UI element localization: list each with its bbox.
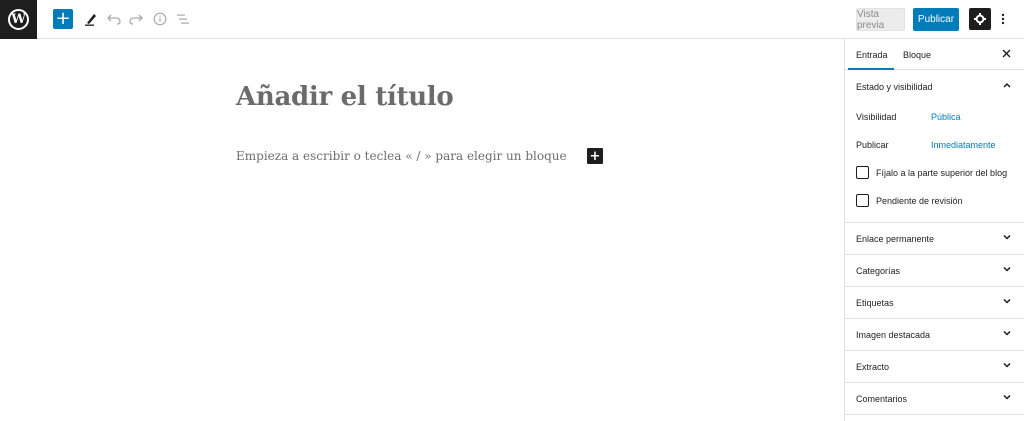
pencil-icon xyxy=(85,14,96,26)
post-title-input[interactable]: Añadir el título xyxy=(236,82,454,112)
chevron-down-icon xyxy=(1002,232,1012,245)
undo-icon xyxy=(107,14,121,25)
panel-tags[interactable]: Etiquetas xyxy=(845,287,1024,319)
tools-button[interactable] xyxy=(81,9,101,29)
block-placeholder[interactable]: Empieza a escribir o teclea « / » para e… xyxy=(236,149,567,163)
top-toolbar: W + Vista previa Publicar xyxy=(0,0,1024,39)
settings-sidebar: Entrada Bloque Estado y visibilidad Visi… xyxy=(844,39,1024,421)
chevron-down-icon xyxy=(1002,392,1012,405)
panel-comments[interactable]: Comentarios xyxy=(845,383,1024,415)
info-icon xyxy=(153,12,167,26)
sidebar-tabs: Entrada Bloque xyxy=(845,39,1024,70)
panel-excerpt[interactable]: Extracto xyxy=(845,351,1024,383)
list-view-button[interactable] xyxy=(173,9,193,29)
visibility-value-link[interactable]: Pública xyxy=(931,112,961,122)
panel-permalink[interactable]: Enlace permanente xyxy=(845,223,1024,255)
panel-title[interactable]: Estado y visibilidad xyxy=(856,82,933,92)
sticky-checkbox[interactable] xyxy=(856,166,869,179)
tab-bloque[interactable]: Bloque xyxy=(903,39,931,70)
panel-title: Extracto xyxy=(856,362,890,372)
sticky-label[interactable]: Fíjalo a la parte superior del blog xyxy=(876,168,1007,178)
inline-add-block-button[interactable]: + xyxy=(587,148,603,164)
redo-icon xyxy=(129,14,143,25)
chevron-up-icon[interactable] xyxy=(1002,80,1012,93)
panel-title: Comentarios xyxy=(856,394,908,404)
info-button[interactable] xyxy=(150,9,170,29)
redo-button[interactable] xyxy=(126,9,146,29)
list-view-icon xyxy=(177,14,189,24)
wordpress-logo-button[interactable]: W xyxy=(0,0,37,39)
close-icon xyxy=(1002,49,1011,58)
publish-button[interactable]: Publicar xyxy=(913,8,959,31)
close-sidebar-button[interactable] xyxy=(1002,47,1011,61)
chevron-down-icon xyxy=(1002,296,1012,309)
chevron-down-icon xyxy=(1002,328,1012,341)
wordpress-icon: W xyxy=(8,9,29,30)
more-options-button[interactable] xyxy=(996,8,1010,30)
panel-title: Etiquetas xyxy=(856,298,894,308)
pending-review-checkbox[interactable] xyxy=(856,194,869,207)
settings-button[interactable] xyxy=(969,8,991,30)
more-vertical-icon xyxy=(1001,13,1005,25)
panel-title: Imagen destacada xyxy=(856,330,931,340)
chevron-down-icon xyxy=(1002,264,1012,277)
preview-button[interactable]: Vista previa xyxy=(856,8,905,31)
pending-review-label[interactable]: Pendiente de revisión xyxy=(876,196,963,206)
panel-title: Categorías xyxy=(856,266,901,276)
gear-icon xyxy=(974,13,986,25)
status-visibility-panel: Estado y visibilidad Visibilidad Pública… xyxy=(845,70,1024,223)
tab-entrada[interactable]: Entrada xyxy=(856,39,888,70)
add-block-button[interactable]: + xyxy=(53,9,73,29)
panel-categories[interactable]: Categorías xyxy=(845,255,1024,287)
undo-button[interactable] xyxy=(104,9,124,29)
panel-title: Enlace permanente xyxy=(856,234,935,244)
visibility-label: Visibilidad xyxy=(856,112,897,122)
publish-date-link[interactable]: Inmediatamente xyxy=(931,140,996,150)
publish-label: Publicar xyxy=(856,140,889,150)
panel-featured-image[interactable]: Imagen destacada xyxy=(845,319,1024,351)
chevron-down-icon xyxy=(1002,360,1012,373)
